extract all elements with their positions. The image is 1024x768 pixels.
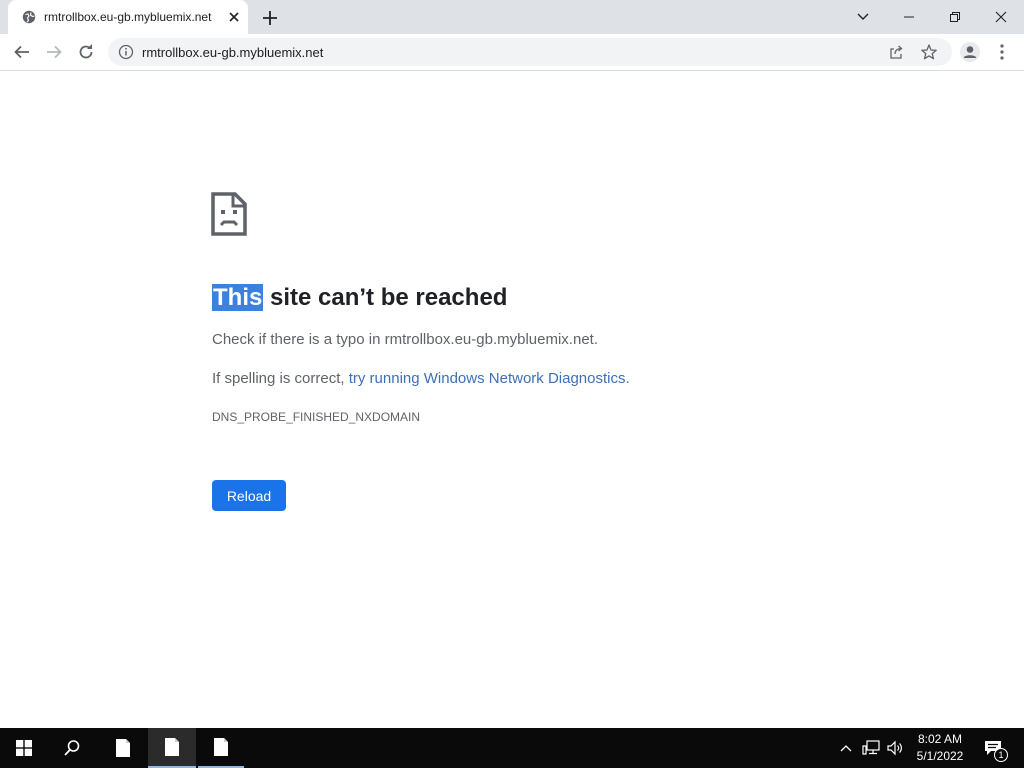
tab-strip: rmtrollbox.eu-gb.mybluemix.net [0,0,1024,34]
share-icon[interactable] [888,44,904,60]
notification-count-badge: 1 [994,748,1008,762]
show-hidden-icons-button[interactable] [836,728,856,768]
volume-button[interactable] [884,728,906,768]
back-button[interactable] [8,38,36,66]
windows-logo-icon [16,740,32,756]
start-button[interactable] [0,728,48,768]
globe-icon [22,10,36,24]
close-icon[interactable] [226,9,242,25]
network-button[interactable] [860,728,882,768]
error-code: DNS_PROBE_FINISHED_NXDOMAIN [212,410,421,424]
profile-icon [960,42,980,62]
clock-date: 5/1/2022 [916,749,964,763]
new-tab-icon[interactable] [260,8,280,28]
file-icon [214,738,228,756]
diagnostics-prefix: If spelling is correct, [212,370,349,387]
diagnostics-message: If spelling is correct, try running Wind… [212,370,630,387]
kebab-menu-icon [1000,44,1004,60]
reload-toolbar-button[interactable] [72,38,100,66]
star-icon[interactable] [920,43,938,61]
info-icon[interactable] [118,44,134,60]
arrow-left-icon [14,45,29,59]
page-content: This site can’t be reached Check if ther… [0,71,1024,728]
url-text[interactable]: rmtrollbox.eu-gb.mybluemix.net [142,45,323,60]
clock-time: 8:02 AM [917,732,963,746]
file-icon [165,738,179,756]
reload-button[interactable]: Reload [212,480,286,511]
address-bar[interactable]: rmtrollbox.eu-gb.mybluemix.net [108,38,952,66]
selected-text: This [212,284,264,311]
reload-icon [79,44,93,59]
taskbar-search-button[interactable] [48,728,96,768]
typo-message: Check if there is a typo in rmtrollbox.e… [212,331,598,348]
action-center-button[interactable]: 1 [978,728,1008,768]
chevron-up-icon [840,745,852,752]
chevron-down-icon [857,13,869,20]
forward-button[interactable] [40,38,68,66]
taskbar-clock[interactable]: 8:02 AM 5/1/2022 [908,731,972,765]
restore-icon [950,12,960,22]
menu-button[interactable] [988,38,1016,66]
browser-toolbar: rmtrollbox.eu-gb.mybluemix.net [0,34,1024,71]
diagnostics-link[interactable]: try running Windows Network Diagnostics [349,370,626,387]
profile-button[interactable] [956,38,984,66]
heading-text: site can’t be reached [263,284,508,311]
tab-title: rmtrollbox.eu-gb.mybluemix.net [44,10,212,24]
sad-document-icon [211,192,247,236]
arrow-right-icon [47,45,62,59]
file-icon [116,739,130,757]
close-icon [995,11,1007,23]
error-heading: This site can’t be reached [212,283,507,313]
diagnostics-suffix: . [625,370,630,387]
close-window-button[interactable] [978,0,1024,34]
volume-icon [887,740,902,756]
minimize-button[interactable] [886,0,932,34]
taskbar-app-1[interactable] [100,728,146,768]
tab-search-button[interactable] [840,0,886,34]
minimize-icon [904,16,914,18]
taskbar-app-3[interactable] [198,728,244,768]
browser-tab[interactable]: rmtrollbox.eu-gb.mybluemix.net [8,0,248,34]
search-icon [64,740,80,756]
restore-button[interactable] [932,0,978,34]
taskbar-app-2[interactable] [148,728,196,768]
network-icon [862,740,880,755]
taskbar: 8:02 AM 5/1/2022 1 [0,728,1024,768]
